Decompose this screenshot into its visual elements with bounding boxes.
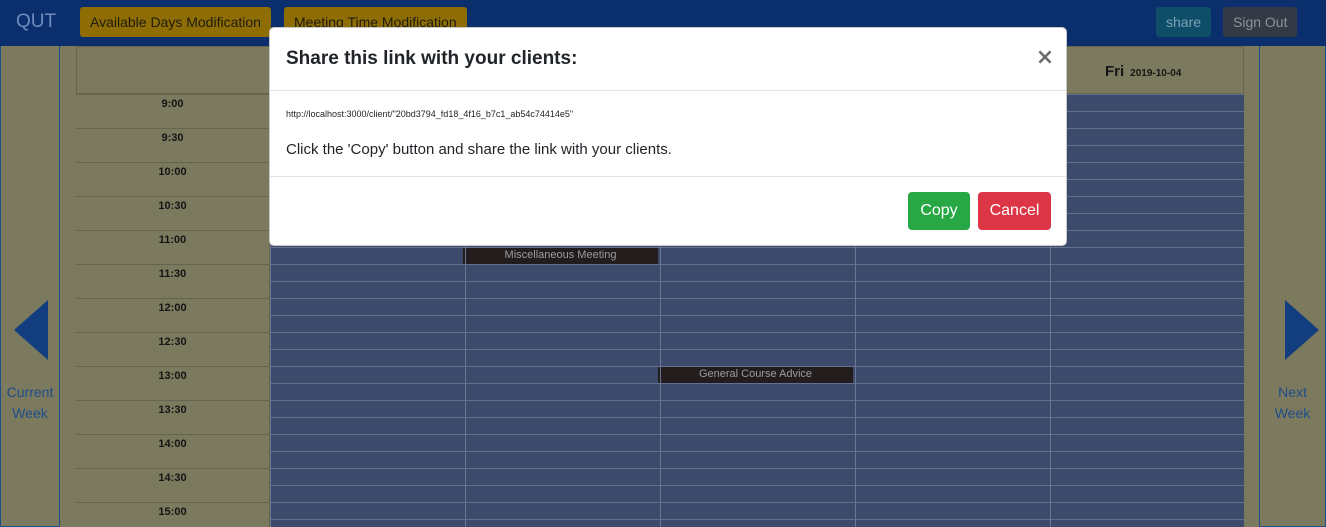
grid-row-line xyxy=(270,400,1244,401)
time-label: 15:00 xyxy=(76,502,270,527)
next-week-label[interactable]: Next Week xyxy=(1260,382,1325,424)
arrow-right-icon[interactable] xyxy=(1285,300,1319,360)
grid-row-line xyxy=(270,298,1244,299)
time-column: 9:00 9:30 10:00 10:30 11:00 11:30 12:00 12:30 13… xyxy=(76,94,270,527)
share-button[interactable]: share xyxy=(1156,7,1212,37)
grid-row-line xyxy=(270,315,1244,316)
current-week-label[interactable]: Current Week xyxy=(1,382,59,424)
time-label: 10:00 xyxy=(76,162,270,196)
calendar-event[interactable]: Miscellaneous Meeting xyxy=(463,247,658,264)
current-week-nav[interactable]: Current Week xyxy=(0,46,60,527)
time-label: 11:30 xyxy=(76,264,270,298)
time-label: 13:00 xyxy=(76,366,270,400)
time-label: 11:00 xyxy=(76,230,270,264)
grid-row-line xyxy=(270,417,1244,418)
instruction-text: Click the 'Copy' button and share the li… xyxy=(286,141,672,158)
grid-row-line xyxy=(270,519,1244,520)
modal-header: Share this link with your clients: × xyxy=(270,28,1066,91)
brand-logo[interactable]: QUT xyxy=(16,11,56,33)
sign-out-button[interactable]: Sign Out xyxy=(1223,7,1298,37)
grid-row-line xyxy=(270,434,1244,435)
day-header-fri: Fri 2019-10-04 xyxy=(1105,63,1182,80)
cancel-button[interactable]: Cancel xyxy=(978,192,1051,230)
calendar-event[interactable]: General Course Advice xyxy=(658,366,853,383)
day-date: 2019-10-04 xyxy=(1130,68,1182,79)
share-link-modal: Share this link with your clients: × htt… xyxy=(269,27,1067,246)
grid-row-line xyxy=(270,485,1244,486)
time-label: 12:30 xyxy=(76,332,270,366)
copy-button[interactable]: Copy xyxy=(908,192,970,230)
time-label: 9:30 xyxy=(76,128,270,162)
grid-row-line xyxy=(270,332,1244,333)
time-label: 10:30 xyxy=(76,196,270,230)
grid-row-line xyxy=(270,468,1244,469)
time-label: 14:00 xyxy=(76,434,270,468)
modal-footer: Copy Cancel xyxy=(270,177,1066,245)
grid-row-line xyxy=(270,247,1244,248)
modal-body: http://localhost:3000/client/"20bd3794_f… xyxy=(270,91,1066,177)
grid-row-line xyxy=(270,383,1244,384)
grid-row-line xyxy=(270,349,1244,350)
grid-row-line xyxy=(270,366,1244,367)
modal-title: Share this link with your clients: xyxy=(286,48,578,69)
available-days-button[interactable]: Available Days Modification xyxy=(80,7,271,37)
time-label: 13:30 xyxy=(76,400,270,434)
arrow-left-icon[interactable] xyxy=(14,300,48,360)
grid-row-line xyxy=(270,502,1244,503)
grid-row-line xyxy=(270,264,1244,265)
time-label: 12:00 xyxy=(76,298,270,332)
grid-row-line xyxy=(270,451,1244,452)
share-link-text: http://localhost:3000/client/"20bd3794_f… xyxy=(286,109,574,119)
time-label: 14:30 xyxy=(76,468,270,502)
grid-row-line xyxy=(270,281,1244,282)
time-label: 9:00 xyxy=(76,94,270,128)
next-week-nav[interactable]: Next Week xyxy=(1259,46,1326,527)
close-icon[interactable]: × xyxy=(1034,44,1056,72)
